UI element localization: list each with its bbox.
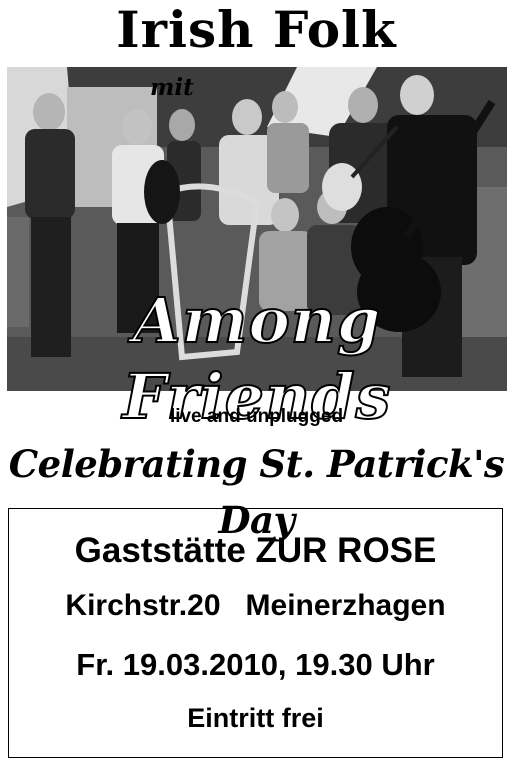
venue-address: Kirchstr.20 Meinerzhagen (9, 589, 502, 623)
entry-info: Eintritt frei (187, 703, 324, 733)
event-date-time: Fr. 19.03.2010, 19.30 Uhr (76, 647, 435, 682)
venue-name: Gaststätte ZUR ROSE (74, 531, 437, 570)
venue-box: Gaststätte ZUR ROSE Kirchstr.20 Meinerzh… (8, 508, 503, 758)
venue-street: Kirchstr.20 (65, 589, 221, 622)
poster-title: Irish Folk (116, 0, 397, 59)
subtitle: live and unplugged (169, 406, 344, 427)
intro-text: mit (150, 74, 194, 101)
venue-city: Meinerzhagen (245, 589, 446, 622)
